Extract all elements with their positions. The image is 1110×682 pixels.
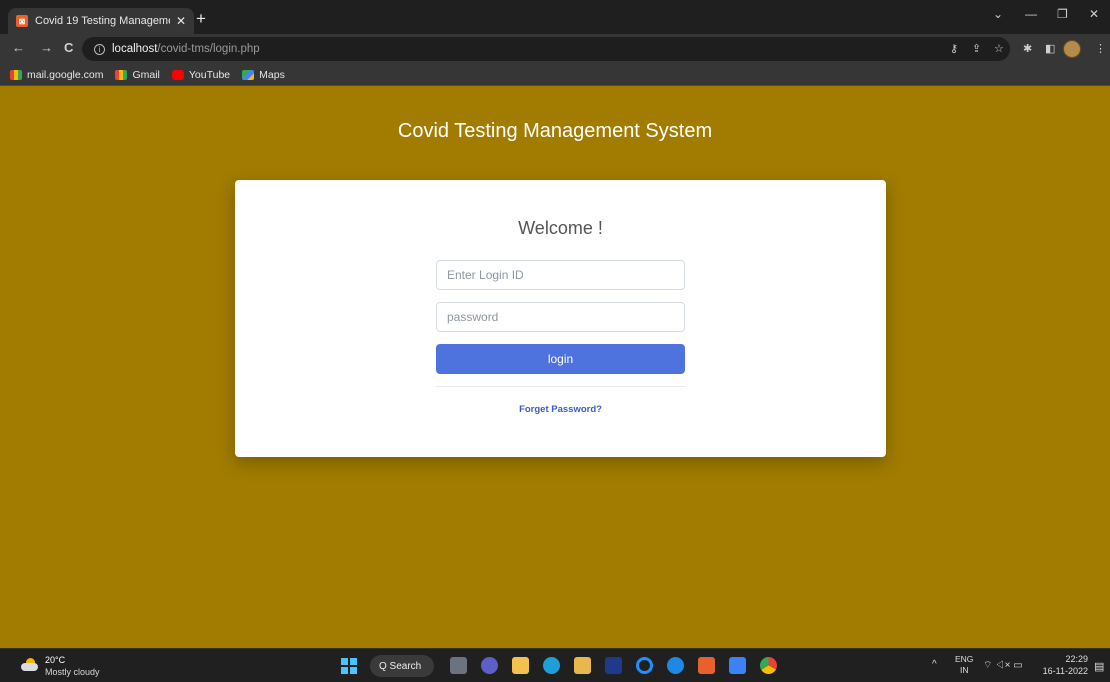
welcome-heading: Welcome ! <box>518 218 603 238</box>
weather-condition[interactable]: Mostly cloudy <box>45 667 100 677</box>
page-title: Covid Testing Management System <box>397 120 713 142</box>
edge-browser-icon[interactable] <box>543 657 560 674</box>
notification-icon[interactable]: ▤ <box>1094 660 1104 673</box>
lang-line2: IN <box>959 665 969 675</box>
login-id-input[interactable] <box>436 260 685 290</box>
windows-start-icon[interactable] <box>341 658 357 674</box>
bookmark-label: mail.google.com <box>27 68 104 81</box>
bookmark-gmail[interactable]: Gmail <box>115 68 160 81</box>
minimize-icon[interactable]: — <box>1025 7 1037 21</box>
browser-tab[interactable]: ⊠ Covid 19 Testing Management Sy ✕ <box>8 8 194 34</box>
clock-date[interactable]: 16-11-2022 <box>1036 666 1088 676</box>
address-bar[interactable]: i localhost/covid-tms/login.php <box>82 37 1010 61</box>
bookmark-maps[interactable]: Maps <box>242 69 285 81</box>
bookmark-label: Gmail <box>132 68 160 81</box>
lang-line1: ENG <box>955 654 974 664</box>
profile-avatar[interactable] <box>1063 40 1081 58</box>
microsoft-store-icon[interactable] <box>574 657 591 674</box>
bookmarks-bar: mail.google.com Gmail YouTube Maps <box>0 64 1110 86</box>
bookmark-star-icon[interactable]: ☆ <box>994 42 1004 55</box>
login-button[interactable]: login <box>436 344 685 374</box>
side-panel-icon[interactable]: ◧ <box>1045 42 1055 55</box>
screen: ⊠ Covid 19 Testing Management Sy ✕ + ⌄ —… <box>0 0 1110 682</box>
reload-icon[interactable]: C <box>64 40 73 55</box>
file-explorer-icon[interactable] <box>512 657 529 674</box>
chrome-icon[interactable] <box>760 657 777 674</box>
extensions-icon[interactable]: ✱ <box>1023 42 1032 55</box>
bookmark-label: YouTube <box>188 68 231 81</box>
xampp-favicon-icon: ⊠ <box>16 15 28 27</box>
password-input[interactable] <box>436 302 685 332</box>
clock-time[interactable]: 22:29 <box>1050 654 1088 664</box>
input-language[interactable]: ENG IN <box>955 654 973 676</box>
taskbar-search[interactable]: Q Search <box>370 655 434 677</box>
bookmark-label: Maps <box>259 68 285 81</box>
wifi-volume-battery-icons[interactable]: ⌔ ◁× ▭ <box>983 659 1023 672</box>
cortana-ring-icon[interactable] <box>636 657 653 674</box>
notepad-icon[interactable] <box>729 657 746 674</box>
show-hidden-icons-chevron-icon[interactable]: ^ <box>932 659 937 670</box>
browser-toolbar: ← → C i localhost/covid-tms/login.php ⚷ … <box>0 34 1110 64</box>
windows-taskbar: 20°C Mostly cloudy Q Search ^ ENG IN ⌔ ◁… <box>0 648 1110 682</box>
bookmark-youtube[interactable]: YouTube <box>171 68 231 81</box>
close-tab-icon[interactable]: ✕ <box>176 14 186 28</box>
restore-icon[interactable]: ❐ <box>1057 7 1068 21</box>
url-path: /covid-tms/login.php <box>157 43 260 55</box>
close-window-icon[interactable]: ✕ <box>1089 7 1099 21</box>
login-card: Welcome ! login Forget Password? <box>235 180 886 457</box>
share-icon[interactable]: ⇪ <box>972 42 981 55</box>
site-info-icon[interactable]: i <box>94 43 105 55</box>
back-icon[interactable]: ← <box>12 40 25 55</box>
bookmark-mail-google[interactable]: mail.google.com <box>10 69 103 81</box>
partly-cloudy-icon[interactable] <box>21 658 38 672</box>
url-host: localhost <box>112 43 158 55</box>
teams-chat-icon[interactable] <box>481 657 498 674</box>
new-tab-icon[interactable]: + <box>196 9 206 29</box>
xampp-icon[interactable] <box>698 657 715 674</box>
l-app-icon[interactable] <box>605 657 622 674</box>
weather-temp[interactable]: 20°C <box>45 655 65 665</box>
tab-search-chevron-icon[interactable]: ⌄ <box>993 7 1003 21</box>
forward-icon[interactable]: → <box>40 40 53 55</box>
maps-icon <box>242 69 255 80</box>
youtube-icon <box>171 69 184 80</box>
browser-menu-icon[interactable]: ⋮ <box>1095 42 1106 55</box>
task-view-icon[interactable] <box>450 657 467 674</box>
gmail-icon <box>10 69 22 80</box>
tab-strip: ⊠ Covid 19 Testing Management Sy ✕ + ⌄ —… <box>0 0 1110 34</box>
tab-title: Covid 19 Testing Management Sy <box>35 15 170 27</box>
gmail-icon <box>115 69 128 80</box>
password-key-icon[interactable]: ⚷ <box>950 42 958 55</box>
media-player-icon[interactable] <box>667 657 684 674</box>
page-viewport: Covid Testing Management System Welcome … <box>0 86 1110 648</box>
forget-password-link[interactable]: Forget Password? <box>235 404 886 415</box>
divider <box>436 386 685 387</box>
